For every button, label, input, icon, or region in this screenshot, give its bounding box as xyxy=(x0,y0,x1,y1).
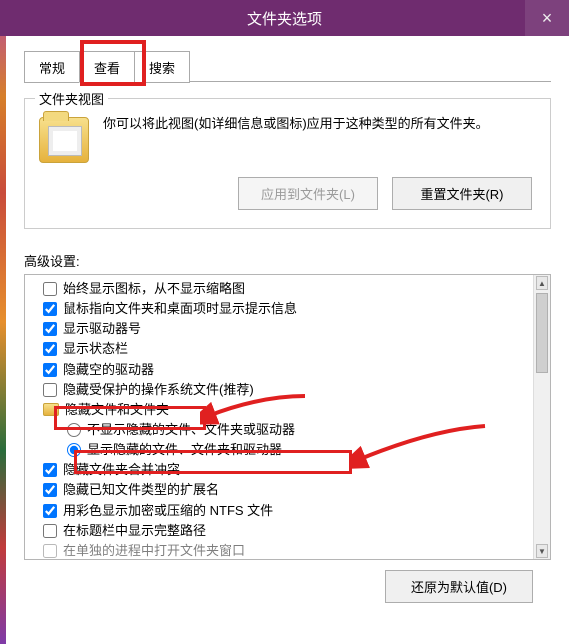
checkbox-hide-merge-conflicts[interactable] xyxy=(43,463,57,477)
footer-row: 还原为默认值(D) xyxy=(24,560,551,603)
scroll-thumb[interactable] xyxy=(536,293,548,373)
tree-label: 显示驱动器号 xyxy=(63,319,141,339)
advanced-settings-label: 高级设置: xyxy=(24,251,551,270)
tree-label: 显示隐藏的文件、文件夹和驱动器 xyxy=(87,440,282,460)
folder-icon xyxy=(39,117,89,163)
tree-row: 显示驱动器号 xyxy=(33,319,550,339)
checkbox-hide-empty-drives[interactable] xyxy=(43,363,57,377)
tree-row: 用彩色显示加密或压缩的 NTFS 文件 xyxy=(33,501,550,521)
tree-group-label: 隐藏文件和文件夹 xyxy=(65,400,169,420)
tree-label: 在单独的进程中打开文件夹窗口 xyxy=(63,541,245,560)
tree-label: 鼠标指向文件夹和桌面项时显示提示信息 xyxy=(63,299,297,319)
window-title: 文件夹选项 xyxy=(247,8,322,29)
tree-row: 显示隐藏的文件、文件夹和驱动器 xyxy=(33,440,550,460)
reset-folders-button[interactable]: 重置文件夹(R) xyxy=(392,177,532,210)
tree-row: 隐藏空的驱动器 xyxy=(33,360,550,380)
tab-general[interactable]: 常规 xyxy=(24,51,80,83)
restore-defaults-button[interactable]: 还原为默认值(D) xyxy=(385,570,533,603)
folder-view-label: 文件夹视图 xyxy=(35,89,108,108)
radio-show-hidden[interactable] xyxy=(67,443,81,457)
tree-label: 显示状态栏 xyxy=(63,339,128,359)
apply-to-folders-button: 应用到文件夹(L) xyxy=(238,177,378,210)
checkbox-show-tips[interactable] xyxy=(43,302,57,316)
checkbox-full-path-titlebar[interactable] xyxy=(43,524,57,538)
tree-row: 隐藏受保护的操作系统文件(推荐) xyxy=(33,380,550,400)
tree-label: 隐藏受保护的操作系统文件(推荐) xyxy=(63,380,254,400)
tree-row: 始终显示图标，从不显示缩略图 xyxy=(33,279,550,299)
radio-dont-show-hidden[interactable] xyxy=(67,423,81,437)
folder-group-icon xyxy=(43,403,59,416)
checkbox-hide-known-extensions[interactable] xyxy=(43,483,57,497)
tab-strip: 常规 查看 搜索 xyxy=(24,50,551,82)
close-button[interactable]: × xyxy=(525,0,569,36)
tree-label: 隐藏已知文件类型的扩展名 xyxy=(63,480,219,500)
tree-row: 隐藏文件夹合并冲突 xyxy=(33,460,550,480)
tree-label: 在标题栏中显示完整路径 xyxy=(63,521,206,541)
scroll-down-icon[interactable]: ▼ xyxy=(536,544,548,558)
checkbox-color-ntfs[interactable] xyxy=(43,504,57,518)
checkbox-hide-protected-os-files[interactable] xyxy=(43,383,57,397)
tree-label: 隐藏空的驱动器 xyxy=(63,360,154,380)
folder-view-group: 文件夹视图 你可以将此视图(如详细信息或图标)应用于这种类型的所有文件夹。 应用… xyxy=(24,98,551,229)
tree-label: 用彩色显示加密或压缩的 NTFS 文件 xyxy=(63,501,273,521)
tree-row: 鼠标指向文件夹和桌面项时显示提示信息 xyxy=(33,299,550,319)
tab-search[interactable]: 搜索 xyxy=(134,51,190,83)
content-area: 常规 查看 搜索 文件夹视图 你可以将此视图(如详细信息或图标)应用于这种类型的… xyxy=(0,36,569,615)
close-icon: × xyxy=(542,8,553,29)
tree-row: 隐藏已知文件类型的扩展名 xyxy=(33,480,550,500)
checkbox-show-drive-letters[interactable] xyxy=(43,322,57,336)
tree-label: 隐藏文件夹合并冲突 xyxy=(63,460,180,480)
scroll-up-icon[interactable]: ▲ xyxy=(536,276,548,290)
tree-row: 不显示隐藏的文件、文件夹或驱动器 xyxy=(33,420,550,440)
checkbox-always-show-icons[interactable] xyxy=(43,282,57,296)
scrollbar[interactable]: ▲ ▼ xyxy=(533,275,550,559)
advanced-settings-tree: 始终显示图标，从不显示缩略图 鼠标指向文件夹和桌面项时显示提示信息 显示驱动器号… xyxy=(24,274,551,560)
tab-view[interactable]: 查看 xyxy=(79,51,135,83)
checkbox-show-statusbar[interactable] xyxy=(43,342,57,356)
checkbox-separate-process[interactable] xyxy=(43,544,57,558)
titlebar: 文件夹选项 × xyxy=(0,0,569,36)
tree-row: 显示状态栏 xyxy=(33,339,550,359)
tree-row: 隐藏文件和文件夹 xyxy=(33,400,550,420)
tree-label: 不显示隐藏的文件、文件夹或驱动器 xyxy=(87,420,295,440)
folder-view-description: 你可以将此视图(如详细信息或图标)应用于这种类型的所有文件夹。 xyxy=(103,113,489,135)
tree-row: 在单独的进程中打开文件夹窗口 xyxy=(33,541,550,560)
tree-row: 在标题栏中显示完整路径 xyxy=(33,521,550,541)
tree-label: 始终显示图标，从不显示缩略图 xyxy=(63,279,245,299)
